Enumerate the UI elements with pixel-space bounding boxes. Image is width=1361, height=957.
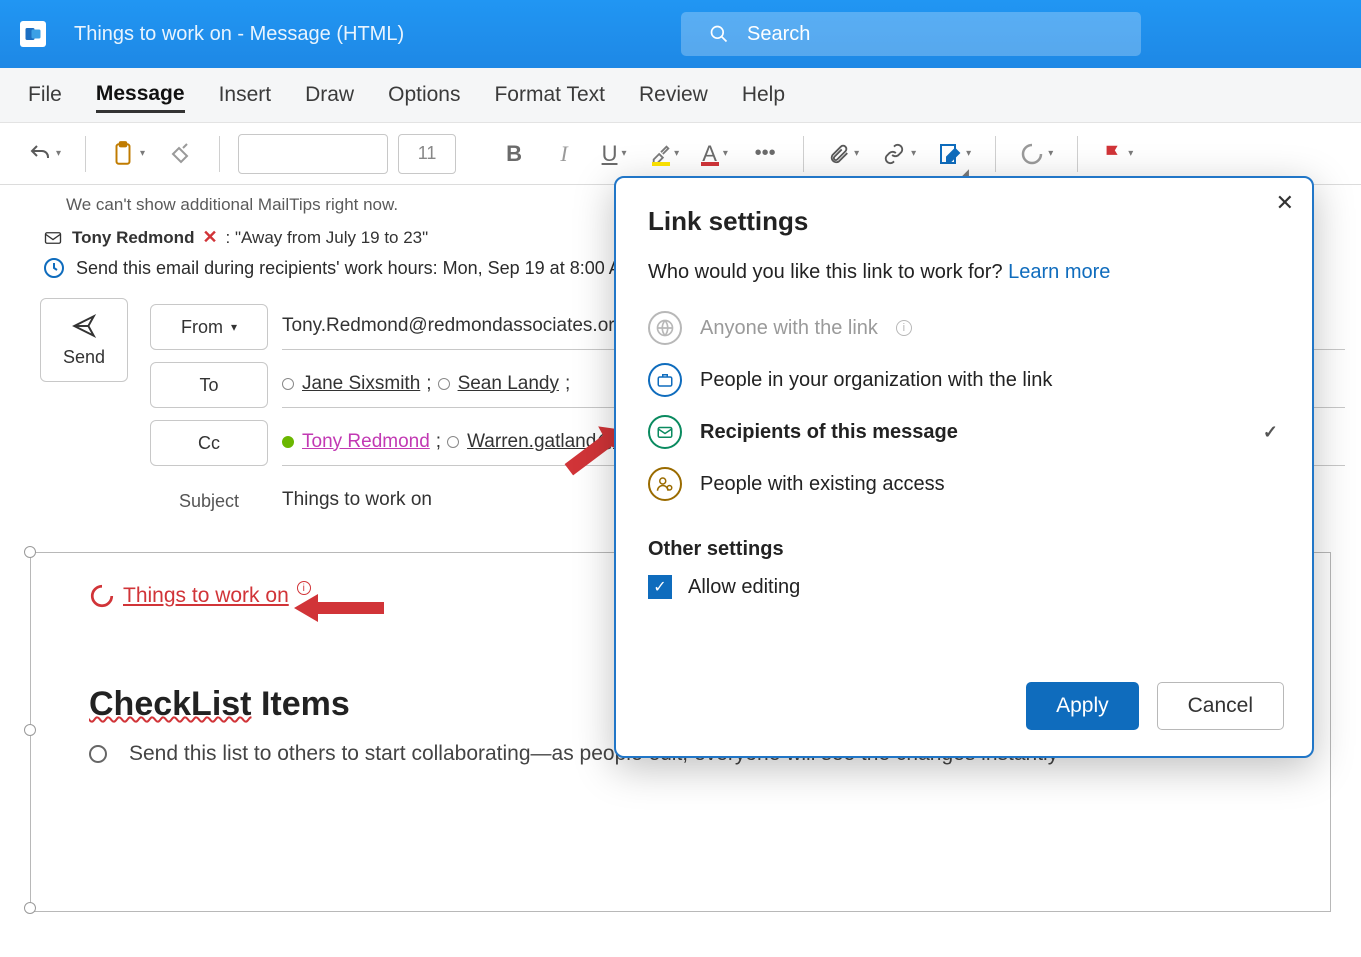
italic-button[interactable]: I — [544, 134, 584, 174]
away-name: Tony Redmond — [72, 228, 194, 248]
tab-message[interactable]: Message — [96, 78, 185, 113]
clock-send-icon — [42, 256, 66, 280]
tab-file[interactable]: File — [28, 79, 62, 111]
search-box[interactable]: Search — [681, 12, 1141, 56]
titlebar: Things to work on - Message (HTML) Searc… — [0, 0, 1361, 68]
learn-more-link[interactable]: Learn more — [1008, 261, 1110, 283]
presence-icon — [438, 378, 450, 390]
briefcase-icon — [648, 363, 682, 397]
subject-label: Subject — [150, 491, 268, 512]
font-color-button[interactable]: A▾ — [695, 134, 735, 174]
tab-review[interactable]: Review — [639, 79, 708, 111]
presence-icon — [282, 378, 294, 390]
info-icon[interactable]: i — [896, 320, 912, 336]
info-icon[interactable]: i — [297, 581, 311, 595]
signature-button[interactable]: ▾ — [932, 134, 977, 174]
resize-handle[interactable] — [24, 546, 36, 558]
loop-icon — [89, 583, 115, 609]
tab-help[interactable]: Help — [742, 79, 785, 111]
people-lock-icon — [648, 467, 682, 501]
option-anyone: Anyone with the link i — [648, 302, 1280, 354]
underline-button[interactable]: U▾ — [594, 134, 634, 174]
cc-button[interactable]: Cc — [150, 420, 268, 466]
paste-button[interactable]: ▾ — [104, 134, 151, 174]
send-label: Send — [63, 347, 105, 368]
search-placeholder: Search — [747, 23, 810, 46]
option-existing-access[interactable]: People with existing access — [648, 458, 1280, 510]
send-icon — [69, 313, 99, 339]
other-settings-heading: Other settings — [648, 538, 1280, 561]
option-recipients[interactable]: Recipients of this message ✓ — [648, 406, 1280, 458]
presence-icon — [447, 436, 459, 448]
option-organization[interactable]: People in your organization with the lin… — [648, 354, 1280, 406]
bold-button[interactable]: B — [494, 134, 534, 174]
dialog-title: Link settings — [648, 206, 1280, 237]
presence-available-icon — [282, 436, 294, 448]
undo-button[interactable]: ▾ — [22, 134, 67, 174]
link-button[interactable]: ▾ — [875, 134, 922, 174]
to-button[interactable]: To — [150, 362, 268, 408]
send-button[interactable]: Send — [40, 298, 128, 382]
loop-link-text: Things to work on — [123, 584, 289, 608]
outlook-icon — [20, 21, 46, 47]
more-formatting-button[interactable]: ••• — [745, 134, 785, 174]
font-size-combo[interactable]: 11 — [398, 134, 456, 174]
option-label: Recipients of this message — [700, 421, 958, 444]
resize-handle[interactable] — [24, 902, 36, 914]
window-title: Things to work on - Message (HTML) — [74, 23, 404, 46]
tab-draw[interactable]: Draw — [305, 79, 354, 111]
flag-button[interactable]: ▾ — [1096, 134, 1139, 174]
option-label: People in your organization with the lin… — [700, 369, 1052, 392]
cancel-button[interactable]: Cancel — [1157, 682, 1284, 730]
tab-format-text[interactable]: Format Text — [494, 79, 604, 111]
tab-insert[interactable]: Insert — [219, 79, 272, 111]
tab-options[interactable]: Options — [388, 79, 460, 111]
apply-button[interactable]: Apply — [1026, 682, 1139, 730]
envelope-icon — [648, 415, 682, 449]
option-label: People with existing access — [700, 473, 945, 496]
checkbox-circle-icon[interactable] — [89, 745, 107, 763]
schedule-text: Send this email during recipients' work … — [76, 258, 636, 279]
close-button[interactable]: ✕ — [1276, 190, 1294, 216]
remove-recipient-icon[interactable]: ✕ — [202, 227, 217, 248]
attach-button[interactable]: ▾ — [822, 134, 865, 174]
recipient-chip[interactable]: Jane Sixsmith — [302, 373, 420, 395]
loop-button[interactable]: ▾ — [1014, 134, 1059, 174]
dialog-question: Who would you like this link to work for… — [648, 261, 1280, 284]
highlight-button[interactable]: ▾ — [644, 134, 685, 174]
checkmark-icon: ✓ — [1263, 422, 1278, 443]
font-name-combo[interactable] — [238, 134, 388, 174]
from-button[interactable]: From▾ — [150, 304, 268, 350]
envelope-icon — [42, 229, 64, 247]
ribbon-tabs: File Message Insert Draw Options Format … — [0, 68, 1361, 123]
away-status: : "Away from July 19 to 23" — [226, 228, 429, 248]
link-settings-dialog: ✕ Link settings Who would you like this … — [614, 176, 1314, 758]
resize-handle[interactable] — [24, 724, 36, 736]
allow-editing-row[interactable]: ✓ Allow editing — [648, 575, 1280, 599]
option-label: Anyone with the link — [700, 317, 878, 340]
recipient-chip[interactable]: Tony Redmond — [302, 431, 430, 453]
allow-editing-checkbox[interactable]: ✓ — [648, 575, 672, 599]
recipient-chip[interactable]: Sean Landy — [458, 373, 559, 395]
allow-editing-label: Allow editing — [688, 576, 800, 599]
format-painter-button[interactable] — [161, 134, 201, 174]
globe-icon — [648, 311, 682, 345]
